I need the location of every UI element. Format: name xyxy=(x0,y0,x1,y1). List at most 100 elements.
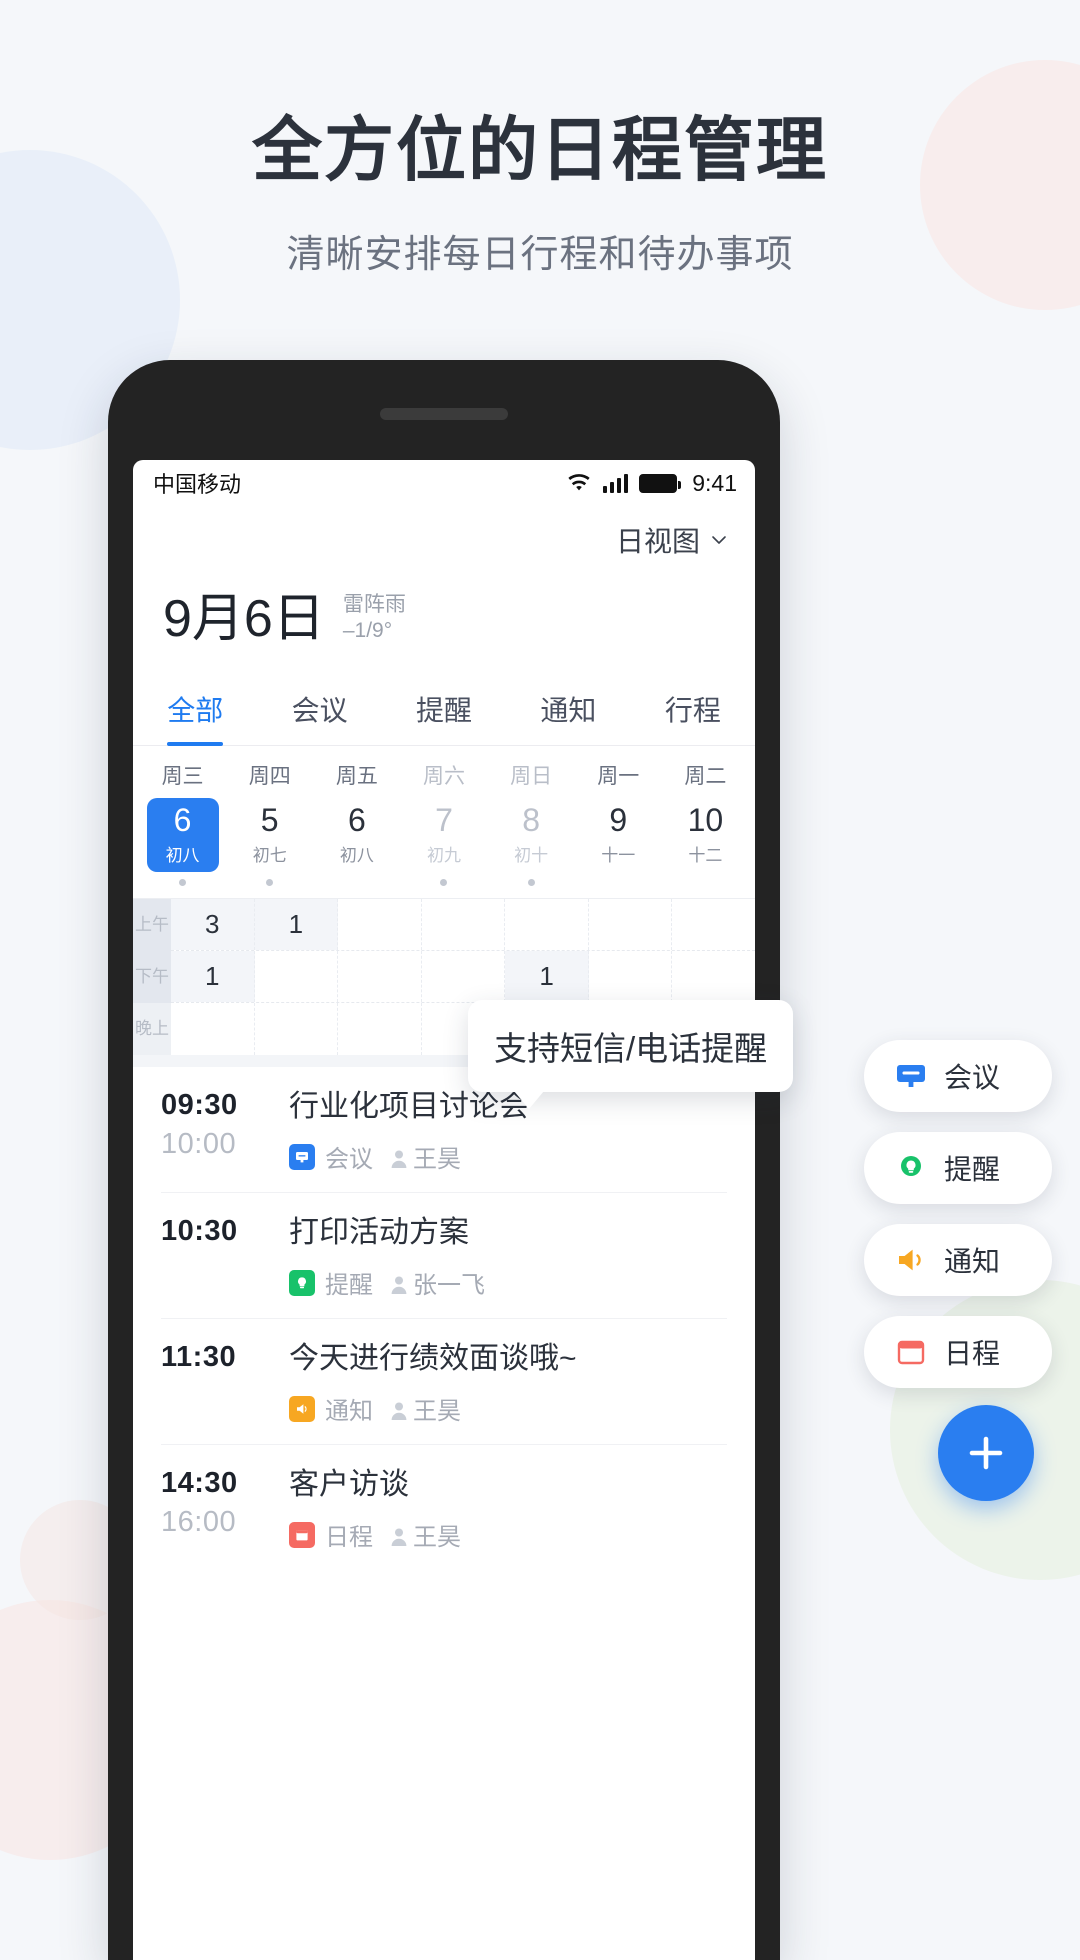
notice-icon xyxy=(289,1395,315,1422)
event-person: 王昊 xyxy=(389,1517,461,1552)
week-dow: 周日 xyxy=(510,765,553,788)
week-day-1[interactable]: 周四 5 初七 xyxy=(226,760,313,886)
time-grid-cell[interactable] xyxy=(338,951,422,1002)
reminder-icon xyxy=(289,1269,315,1296)
event-person-name: 张一飞 xyxy=(413,1272,485,1299)
time-grid-label-evening: 晚上 xyxy=(133,1003,171,1055)
event-start-time: 11:30 xyxy=(161,1341,237,1373)
phone-screen: 中国移动 9:41 日视图 9月6日 雷阵雨 –1/9° 全部 会议 提醒 通知… xyxy=(133,460,755,1960)
battery-icon xyxy=(639,473,682,493)
week-day-number: 6 xyxy=(173,802,192,839)
weather-temperature: –1/9° xyxy=(342,618,393,642)
week-lunar: 初八 xyxy=(165,845,200,865)
tab-reminder[interactable]: 提醒 xyxy=(382,677,506,745)
event-item[interactable]: 14:30 16:00 客户访谈 日程 王昊 xyxy=(161,1445,727,1570)
week-dow: 周一 xyxy=(597,765,640,788)
status-time: 9:41 xyxy=(692,469,737,496)
event-person-name: 王昊 xyxy=(413,1524,461,1551)
week-strip: 周三 6 初八 周四 5 初七 周五 6 初八 周六 7 初九 周日 8 初十 … xyxy=(133,746,755,886)
time-grid-cell[interactable] xyxy=(672,899,755,950)
event-times: 14:30 16:00 xyxy=(161,1467,279,1552)
page-subtitle: 清晰安排每日行程和待办事项 xyxy=(286,234,794,276)
chip-schedule[interactable]: 日程 xyxy=(864,1316,1052,1388)
tab-notice[interactable]: 通知 xyxy=(506,677,630,745)
status-bar: 中国移动 9:41 xyxy=(133,460,755,506)
event-meta: 通知 王昊 xyxy=(289,1391,727,1426)
week-event-dot xyxy=(266,879,274,886)
chip-notice[interactable]: 通知 xyxy=(864,1224,1052,1296)
event-body: 打印活动方案 提醒 张一飞 xyxy=(279,1215,727,1300)
person-icon xyxy=(391,1528,407,1546)
time-grid-cell[interactable] xyxy=(589,899,673,950)
tab-trip[interactable]: 行程 xyxy=(631,677,755,745)
person-icon xyxy=(391,1150,407,1168)
week-pill: 7 初九 xyxy=(408,798,480,872)
event-person-name: 王昊 xyxy=(413,1398,461,1425)
week-event-dot xyxy=(179,879,187,886)
person-icon xyxy=(391,1402,407,1420)
event-title: 客户访谈 xyxy=(289,1468,409,1501)
week-dow: 周三 xyxy=(161,765,204,788)
meeting-icon xyxy=(897,1065,925,1087)
week-dow: 周二 xyxy=(684,765,727,788)
event-person: 张一飞 xyxy=(389,1265,485,1300)
week-pill: 5 初七 xyxy=(234,798,306,872)
reminder-icon xyxy=(901,1156,921,1176)
time-grid-cell[interactable] xyxy=(338,899,422,950)
chip-reminder[interactable]: 提醒 xyxy=(864,1132,1052,1204)
week-day-0[interactable]: 周三 6 初八 xyxy=(139,760,226,886)
chevron-down-icon xyxy=(712,536,726,544)
event-times: 11:30 xyxy=(161,1341,279,1426)
event-item[interactable]: 11:30 今天进行绩效面谈哦~ 通知 王昊 xyxy=(161,1319,727,1445)
time-grid-cell[interactable] xyxy=(338,1003,422,1055)
week-day-4[interactable]: 周日 8 初十 xyxy=(488,760,575,886)
view-switch[interactable]: 日视图 xyxy=(133,506,755,560)
time-grid-cell[interactable] xyxy=(255,951,339,1002)
tab-meeting[interactable]: 会议 xyxy=(257,677,381,745)
time-grid-cell[interactable] xyxy=(255,1003,339,1055)
chip-label: 提醒 xyxy=(944,1154,1001,1185)
event-start-time: 10:30 xyxy=(161,1215,238,1247)
week-pill: 6 初八 xyxy=(146,798,219,872)
time-grid-cell[interactable]: 1 xyxy=(171,951,255,1002)
time-grid-cell[interactable] xyxy=(589,951,673,1002)
event-list: 09:30 10:00 行业化项目讨论会 会议 王昊 10:30 打印活动方案 … xyxy=(133,1055,755,1570)
chip-meeting[interactable]: 会议 xyxy=(864,1040,1052,1112)
event-title: 行业化项目讨论会 xyxy=(289,1090,529,1123)
time-grid-cell[interactable] xyxy=(505,899,589,950)
event-body: 行业化项目讨论会 会议 王昊 xyxy=(279,1089,727,1174)
time-grid-cell[interactable]: 1 xyxy=(254,899,339,950)
feature-tooltip: 支持短信/电话提醒 xyxy=(468,1000,794,1109)
signal-icon xyxy=(602,473,629,493)
week-pill: 6 初八 xyxy=(321,798,393,872)
time-grid-cell[interactable] xyxy=(422,951,506,1002)
chip-label: 日程 xyxy=(944,1338,1001,1369)
time-grid-row-afternoon: 1 1 xyxy=(171,951,755,1003)
week-day-6[interactable]: 周二 10 十二 xyxy=(662,760,749,886)
time-grid-cell[interactable] xyxy=(171,1003,255,1055)
event-item[interactable]: 10:30 打印活动方案 提醒 张一飞 xyxy=(161,1193,727,1319)
time-grid-label-morning: 上午 xyxy=(133,899,171,951)
time-grid-cell[interactable] xyxy=(422,899,506,950)
add-event-button[interactable] xyxy=(938,1405,1034,1501)
event-person-name: 王昊 xyxy=(413,1146,461,1173)
schedule-icon xyxy=(897,1340,925,1365)
time-grid-cell[interactable] xyxy=(672,951,755,1002)
view-switch-label: 日视图 xyxy=(615,526,700,557)
week-dow: 周四 xyxy=(248,765,291,788)
event-body: 客户访谈 日程 王昊 xyxy=(279,1467,727,1552)
week-day-number: 10 xyxy=(687,802,724,839)
time-grid-cell[interactable]: 1 xyxy=(505,951,589,1002)
week-day-3[interactable]: 周六 7 初九 xyxy=(400,760,487,886)
time-grid-cell[interactable]: 3 xyxy=(171,899,255,950)
week-day-number: 7 xyxy=(435,802,453,839)
week-day-2[interactable]: 周五 6 初八 xyxy=(313,760,400,886)
event-start-time: 09:30 xyxy=(161,1089,238,1121)
tab-all[interactable]: 全部 xyxy=(133,677,257,745)
week-day-5[interactable]: 周一 9 十一 xyxy=(575,760,662,886)
meeting-icon xyxy=(289,1143,315,1170)
event-start-time: 14:30 xyxy=(161,1467,238,1499)
chip-label: 会议 xyxy=(944,1062,1001,1093)
schedule-icon xyxy=(289,1521,315,1548)
week-day-number: 9 xyxy=(609,802,628,839)
